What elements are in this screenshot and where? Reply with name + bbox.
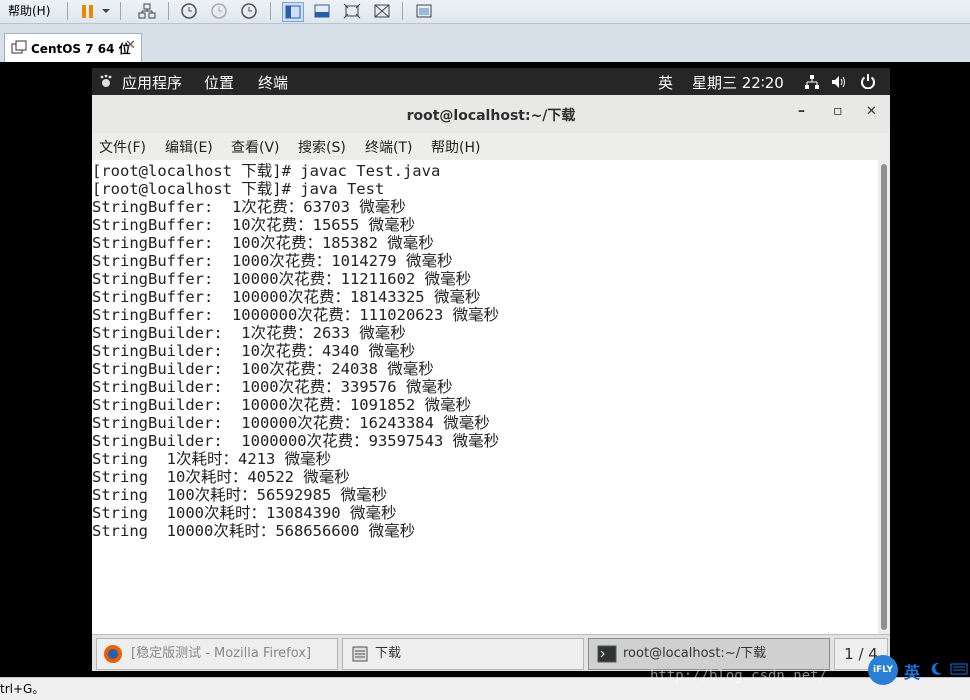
network-icon[interactable] (137, 2, 157, 20)
terminal-line: StringBuffer: 10000次花费：11211602 微毫秒 (92, 270, 472, 288)
snapshot-icon[interactable] (178, 2, 198, 20)
terminal-line: String 10000次耗时：568656600 微毫秒 (92, 522, 416, 540)
task-firefox-label: [稳定版测试 - Mozilla Firefox] (131, 646, 312, 661)
files-icon (351, 645, 369, 675)
snapshot-restore-icon[interactable] (208, 2, 228, 20)
terminal-line: StringBuffer: 1000000次花费：111020623 微毫秒 (92, 306, 500, 324)
vm-tabs-bar (0, 24, 970, 63)
terminal-line: [root@localhost 下载]# java Test (92, 180, 385, 198)
window-list-bar: [稳定版测试 - Mozilla Firefox] 下载 root@localh… (92, 634, 890, 671)
firefox-icon (103, 644, 123, 676)
window-titlebar: root@localhost:~/下载 – ▫ ✕ (92, 95, 890, 134)
menu-help[interactable]: 帮助(H) (431, 137, 480, 157)
task-terminal[interactable]: root@localhost:~/下载 (588, 638, 830, 670)
task-firefox[interactable]: [稳定版测试 - Mozilla Firefox] (96, 638, 338, 670)
library-view-icon[interactable] (414, 2, 434, 20)
console-view-icon[interactable] (282, 2, 304, 22)
terminal-line: StringBuilder: 1000次花费：339576 微毫秒 (92, 378, 453, 396)
menu-file[interactable]: 文件(F) (99, 137, 146, 157)
chevron-down-icon[interactable] (100, 2, 112, 20)
terminal-line: StringBuffer: 100000次花费：18143325 微毫秒 (92, 288, 481, 306)
toolbar-separator (402, 2, 403, 20)
maximize-button[interactable]: ▫ (833, 103, 843, 119)
terminal-line: StringBuilder: 100次花费：24038 微毫秒 (92, 360, 434, 378)
terminal-line: StringBuilder: 1次花费：2633 微毫秒 (92, 324, 406, 342)
toolbar-separator (67, 2, 68, 20)
terminal-line: StringBuffer: 100次花费：185382 微毫秒 (92, 234, 434, 252)
terminal-line: StringBuilder: 1000000次花费：93597543 微毫秒 (92, 432, 500, 450)
moon-icon[interactable] (928, 661, 944, 681)
snapshot-manager-icon[interactable] (238, 2, 258, 20)
vm-tab[interactable]: CentOS 7 64 位 ✕ (4, 33, 142, 62)
terminal-line: StringBuilder: 100000次花费：16243384 微毫秒 (92, 414, 490, 432)
watermark-text: http://blog.csdn.net/ (650, 668, 828, 684)
scrollbar-thumb[interactable] (881, 164, 887, 630)
status-text: trl+G。 (0, 682, 45, 696)
toolbar-separator (168, 2, 169, 20)
window-title: root@localhost:~/下载 (406, 108, 576, 124)
ifly-ime-widget[interactable]: iFLY 英 (868, 655, 970, 685)
terminal-line: StringBuffer: 1000次花费：1014279 微毫秒 (92, 252, 453, 270)
applications-menu[interactable]: 应用程序 (122, 72, 182, 93)
ifly-lang[interactable]: 英 (904, 659, 920, 683)
menu-search[interactable]: 搜索(S) (298, 137, 346, 157)
terminal-icon (597, 645, 617, 675)
input-method-indicator[interactable]: 英 (658, 72, 673, 93)
gnome-foot-icon (99, 74, 113, 92)
fit-window-icon[interactable] (342, 2, 362, 20)
task-files-label: 下载 (375, 646, 402, 661)
vm-icon (11, 40, 27, 59)
vm-tab-label: CentOS 7 64 位 (31, 42, 131, 56)
task-files[interactable]: 下载 (342, 638, 584, 670)
network-icon[interactable] (804, 74, 820, 94)
terminal-line: String 1000次耗时：13084390 微毫秒 (92, 504, 397, 522)
terminal-line: String 1次耗时：4213 微毫秒 (92, 450, 332, 468)
ifly-logo: iFLY (868, 655, 898, 685)
task-terminal-label: root@localhost:~/下载 (623, 646, 767, 661)
terminal-app-menu[interactable]: 终端 (258, 72, 288, 93)
pause-icon[interactable] (78, 2, 98, 20)
fullscreen-bar-icon[interactable] (312, 2, 332, 20)
terminal-output[interactable]: [root@localhost 下载]# javac Test.java [ro… (92, 160, 878, 634)
terminal-line: StringBuilder: 10次花费：4340 微毫秒 (92, 342, 416, 360)
terminal-menubar: 文件(F) 编辑(E) 查看(V) 搜索(S) 终端(T) 帮助(H) (92, 133, 890, 160)
minimize-button[interactable]: – (798, 103, 805, 119)
terminal-lines: [root@localhost 下载]# javac Test.java [ro… (92, 162, 499, 540)
terminal-line: String 10次耗时：40522 微毫秒 (92, 468, 350, 486)
menu-terminal[interactable]: 终端(T) (365, 137, 412, 157)
terminal-line: StringBuffer: 1次花费：63703 微毫秒 (92, 198, 406, 216)
places-menu[interactable]: 位置 (204, 72, 234, 93)
host-help-menu[interactable]: 帮助(H) (8, 0, 50, 23)
volume-icon[interactable] (830, 74, 848, 94)
power-icon[interactable] (860, 73, 876, 93)
terminal-line: String 100次耗时：56592985 微毫秒 (92, 486, 388, 504)
terminal-line: StringBuffer: 10次花费：15655 微毫秒 (92, 216, 416, 234)
toolbar-separator (270, 2, 271, 20)
terminal-line: StringBuilder: 10000次花费：1091852 微毫秒 (92, 396, 472, 414)
terminal-line: [root@localhost 下载]# javac Test.java (92, 162, 441, 180)
unity-mode-icon[interactable] (372, 2, 392, 20)
close-button[interactable]: ✕ (866, 104, 877, 119)
gnome-top-bar: 应用程序 位置 终端 英 星期三 22∶20 (92, 68, 890, 95)
keyboard-icon[interactable] (950, 661, 968, 681)
toolbar-separator (120, 2, 121, 20)
host-toolbar: 帮助(H) (0, 0, 970, 24)
close-icon[interactable]: ✕ (125, 38, 136, 53)
menu-edit[interactable]: 编辑(E) (165, 137, 213, 157)
clock[interactable]: 星期三 22∶20 (692, 72, 784, 93)
menu-view[interactable]: 查看(V) (231, 137, 280, 157)
